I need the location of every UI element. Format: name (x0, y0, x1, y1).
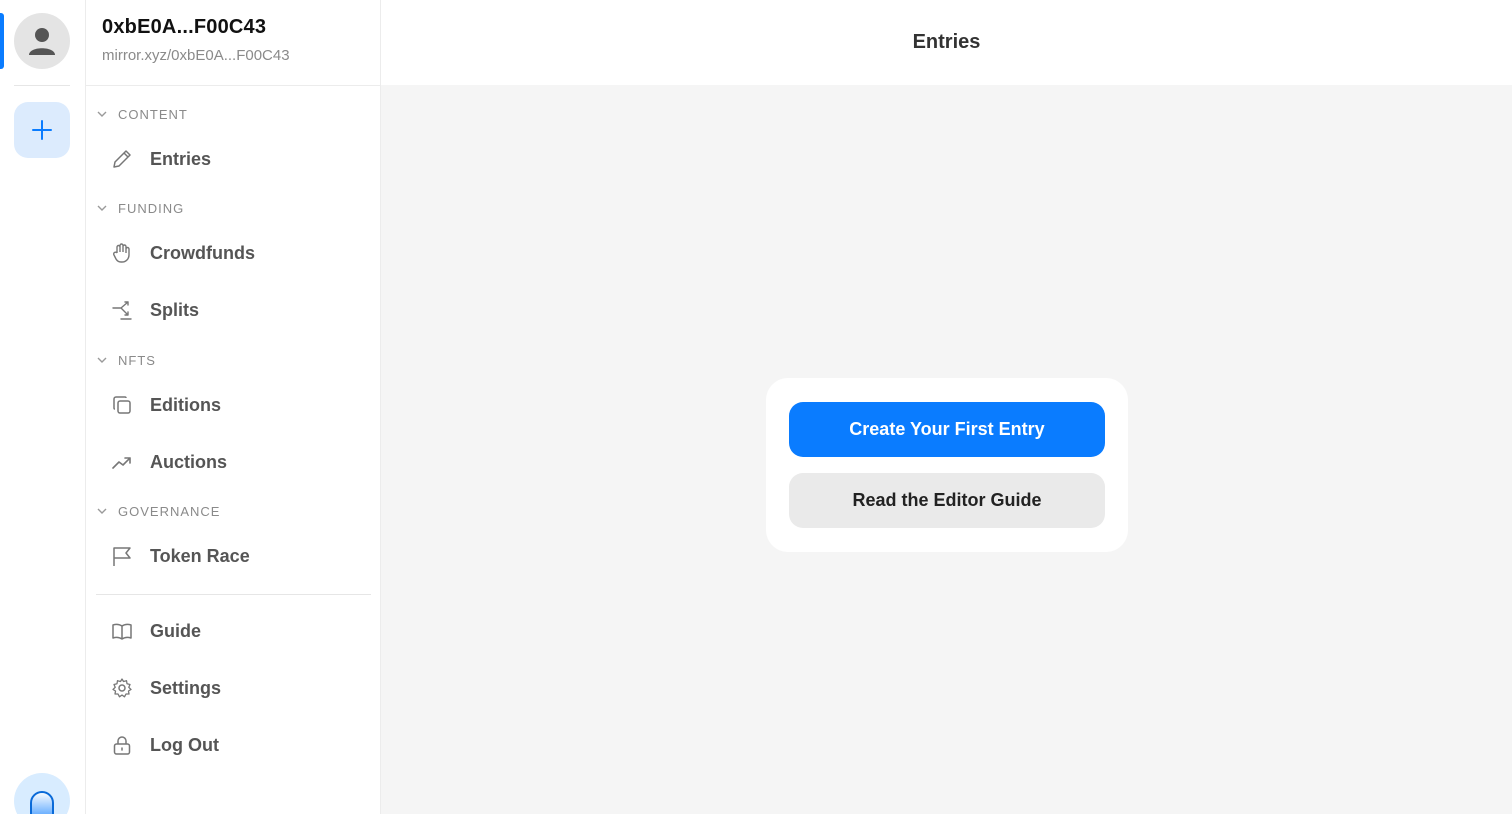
hand-icon (110, 241, 134, 265)
sidebar-item-label: Log Out (150, 734, 219, 755)
chevron-down-icon (96, 353, 110, 367)
sidebar-item-splits[interactable]: Splits (110, 292, 199, 328)
account-url: mirror.xyz/0xbE0A...F00C43 (102, 47, 290, 64)
sidebar-divider (96, 594, 371, 595)
rail-divider (14, 85, 70, 86)
section-governance[interactable]: GOVERNANCE (96, 501, 220, 521)
sidebar-item-token-race[interactable]: Token Race (110, 538, 250, 574)
add-workspace-button[interactable] (14, 102, 70, 158)
sidebar-item-editions[interactable]: Editions (110, 387, 221, 423)
section-label: GOVERNANCE (118, 503, 221, 519)
lock-icon (110, 733, 134, 757)
chevron-down-icon (96, 504, 110, 518)
section-label: FUNDING (118, 200, 185, 216)
sidebar-item-settings[interactable]: Settings (110, 670, 221, 706)
empty-state-card: Create Your First Entry Read the Editor … (766, 378, 1128, 552)
sidebar-item-label: Auctions (150, 451, 228, 472)
pencil-icon (110, 147, 134, 171)
sidebar-item-guide[interactable]: Guide (110, 613, 201, 649)
sidebar-item-label: Entries (150, 148, 212, 169)
book-icon (110, 619, 134, 643)
section-label: NFTS (118, 352, 156, 368)
chevron-down-icon (96, 107, 110, 121)
sidebar-item-label: Token Race (150, 545, 250, 566)
sidebar: 0xbE0A...F00C43 mirror.xyz/0xbE0A...F00C… (86, 0, 381, 814)
copy-icon (110, 393, 134, 417)
active-indicator (0, 13, 4, 69)
mirror-logo-icon (30, 791, 54, 814)
read-editor-guide-button[interactable]: Read the Editor Guide (789, 473, 1105, 528)
account-avatar[interactable] (14, 13, 70, 69)
user-avatar-icon (29, 28, 55, 55)
plus-icon (32, 120, 52, 140)
account-name: 0xbE0A...F00C43 (102, 16, 267, 38)
sidebar-item-crowdfunds[interactable]: Crowdfunds (110, 235, 255, 271)
chevron-down-icon (96, 201, 110, 215)
sidebar-item-label: Splits (150, 299, 200, 320)
account-header[interactable]: 0xbE0A...F00C43 mirror.xyz/0xbE0A...F00C… (86, 0, 380, 86)
mirror-avatar[interactable] (14, 773, 70, 814)
flag-icon (110, 544, 134, 568)
sidebar-item-entries[interactable]: Entries (110, 141, 211, 177)
sidebar-item-label: Crowdfunds (150, 242, 255, 263)
split-arrows-icon (110, 298, 134, 322)
page-header: Entries (381, 0, 1512, 85)
create-first-entry-button[interactable]: Create Your First Entry (789, 402, 1105, 457)
trending-up-icon (110, 450, 134, 474)
sidebar-item-label: Guide (150, 620, 202, 641)
section-funding[interactable]: FUNDING (96, 198, 184, 218)
sidebar-item-label: Editions (150, 394, 221, 415)
sidebar-item-label: Settings (150, 677, 222, 698)
section-content[interactable]: CONTENT (96, 104, 188, 124)
sidebar-item-log-out[interactable]: Log Out (110, 727, 219, 763)
page-title: Entries (912, 31, 981, 53)
section-nfts[interactable]: NFTS (96, 350, 156, 370)
sidebar-item-auctions[interactable]: Auctions (110, 444, 227, 480)
section-label: CONTENT (118, 106, 188, 122)
workspace-rail (0, 0, 86, 814)
gear-icon (110, 676, 134, 700)
